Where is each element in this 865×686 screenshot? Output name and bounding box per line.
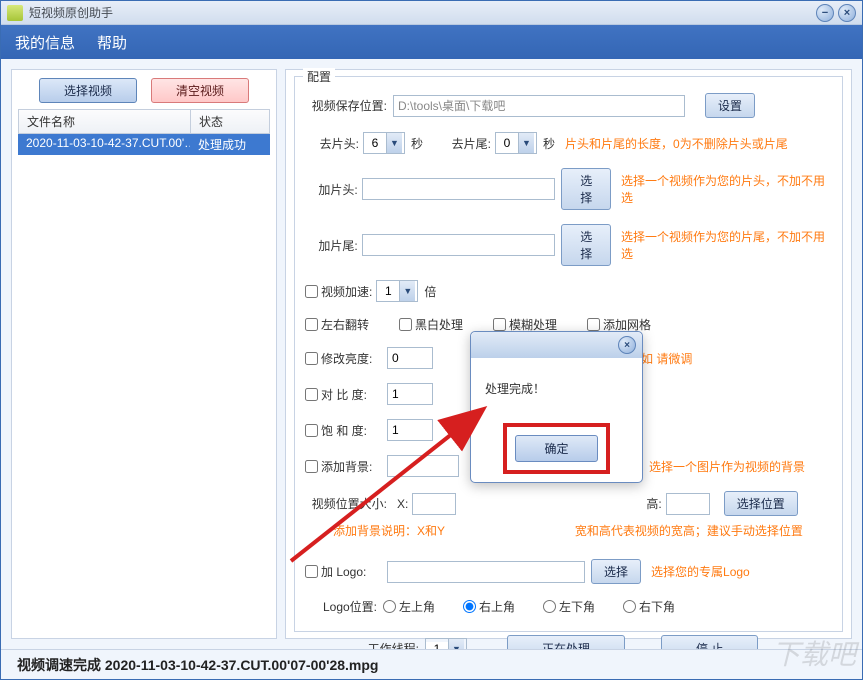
- choose-head-button[interactable]: 选择: [561, 168, 610, 210]
- add-head-hint: 选择一个视频作为您的片头，不加不用选: [621, 172, 832, 206]
- close-button[interactable]: ×: [838, 4, 856, 22]
- left-panel: 选择视频 清空视频 文件名称 状态 2020-11-03-10-42-37.CU…: [11, 69, 277, 639]
- contrast-input[interactable]: [387, 383, 433, 405]
- menubar: 我的信息 帮助: [1, 25, 862, 59]
- menu-my-info[interactable]: 我的信息: [15, 32, 75, 53]
- radio-top-left[interactable]: 左上角: [383, 598, 435, 615]
- ok-highlight: 确定: [503, 423, 609, 474]
- brightness-checkbox[interactable]: 修改亮度:: [305, 350, 383, 367]
- x-label: X:: [397, 497, 408, 511]
- speed-select[interactable]: ▼: [376, 280, 418, 302]
- add-tail-label: 加片尾:: [305, 237, 362, 254]
- brightness-input[interactable]: [387, 347, 433, 369]
- minimize-button[interactable]: −: [816, 4, 834, 22]
- add-tail-hint: 选择一个视频作为您的片尾，不加不用选: [621, 228, 832, 262]
- logo-checkbox[interactable]: 加 Logo:: [305, 563, 383, 580]
- statusbar: 视频调速完成 2020-11-03-10-42-37.CUT.00'07-00'…: [1, 649, 862, 679]
- cell-filename: 2020-11-03-10-42-37.CUT.00'…: [18, 134, 190, 155]
- logo-hint: 选择您的专属Logo: [651, 563, 750, 580]
- table-header: 文件名称 状态: [18, 109, 270, 134]
- sec2: 秒: [543, 135, 555, 152]
- dialog: × 处理完成！ 确定: [470, 331, 643, 483]
- set-path-button[interactable]: 设置: [705, 93, 755, 118]
- menu-help[interactable]: 帮助: [97, 32, 127, 53]
- status-text: 视频调速完成 2020-11-03-10-42-37.CUT.00'07-00'…: [17, 655, 378, 675]
- col-status: 状态: [191, 110, 269, 133]
- logo-pos-label: Logo位置:: [305, 598, 383, 615]
- radio-bottom-right[interactable]: 右下角: [623, 598, 675, 615]
- saturation-input[interactable]: [387, 419, 433, 441]
- saturation-checkbox[interactable]: 饱 和 度:: [305, 422, 383, 439]
- video-pos-label: 视频位置大小:: [305, 495, 393, 512]
- h-label: 高:: [646, 495, 661, 512]
- cut-head-label: 去片头:: [305, 135, 363, 152]
- logo-input[interactable]: [387, 561, 585, 583]
- clear-video-button[interactable]: 清空视频: [151, 78, 249, 103]
- contrast-checkbox[interactable]: 对 比 度:: [305, 386, 383, 403]
- bg-hint: 选择一个图片作为视频的背景: [649, 458, 805, 475]
- choose-logo-button[interactable]: 选择: [591, 559, 641, 584]
- table-row[interactable]: 2020-11-03-10-42-37.CUT.00'… 处理成功: [18, 134, 270, 155]
- bg-checkbox[interactable]: 添加背景:: [305, 458, 383, 475]
- cell-status: 处理成功: [190, 134, 270, 155]
- speed-checkbox[interactable]: 视频加速:: [305, 283, 372, 300]
- add-head-input[interactable]: [362, 178, 556, 200]
- radio-top-right[interactable]: 右上角: [463, 598, 515, 615]
- table-body: 2020-11-03-10-42-37.CUT.00'… 处理成功: [18, 134, 270, 638]
- choose-pos-button[interactable]: 选择位置: [724, 491, 798, 516]
- cut-tail-select[interactable]: ▼: [495, 132, 537, 154]
- dialog-close-button[interactable]: ×: [618, 336, 636, 354]
- chevron-down-icon[interactable]: ▼: [386, 133, 402, 153]
- sec1: 秒: [411, 135, 423, 152]
- x-input[interactable]: [412, 493, 456, 515]
- speed-unit: 倍: [424, 283, 436, 300]
- config-legend: 配置: [303, 68, 335, 85]
- cut-hint: 片头和片尾的长度，0为不删除片头或片尾: [565, 135, 788, 152]
- dialog-ok-button[interactable]: 确定: [515, 435, 597, 462]
- pos-hint: 添加背景说明：X和Y 宽和高代表视频的宽高；建议手动选择位置: [333, 522, 803, 539]
- col-filename: 文件名称: [19, 110, 191, 133]
- choose-tail-button[interactable]: 选择: [561, 224, 610, 266]
- save-path-input[interactable]: [393, 95, 685, 117]
- chevron-down-icon[interactable]: ▼: [518, 133, 534, 153]
- add-head-label: 加片头:: [305, 181, 362, 198]
- flip-checkbox[interactable]: 左右翻转: [305, 316, 369, 333]
- chevron-down-icon[interactable]: ▼: [399, 281, 415, 301]
- cut-tail-label: 去片尾:: [437, 135, 495, 152]
- save-path-label: 视频保存位置:: [305, 97, 393, 114]
- select-video-button[interactable]: 选择视频: [39, 78, 137, 103]
- dialog-message: 处理完成！: [485, 380, 628, 397]
- add-tail-input[interactable]: [362, 234, 556, 256]
- titlebar: 短视频原创助手 − ×: [1, 1, 862, 25]
- bw-checkbox[interactable]: 黑白处理: [399, 316, 463, 333]
- app-icon: [7, 5, 23, 21]
- h-input[interactable]: [666, 493, 710, 515]
- app-title: 短视频原创助手: [29, 4, 816, 21]
- cut-head-select[interactable]: ▼: [363, 132, 405, 154]
- radio-bottom-left[interactable]: 左下角: [543, 598, 595, 615]
- bg-input[interactable]: [387, 455, 459, 477]
